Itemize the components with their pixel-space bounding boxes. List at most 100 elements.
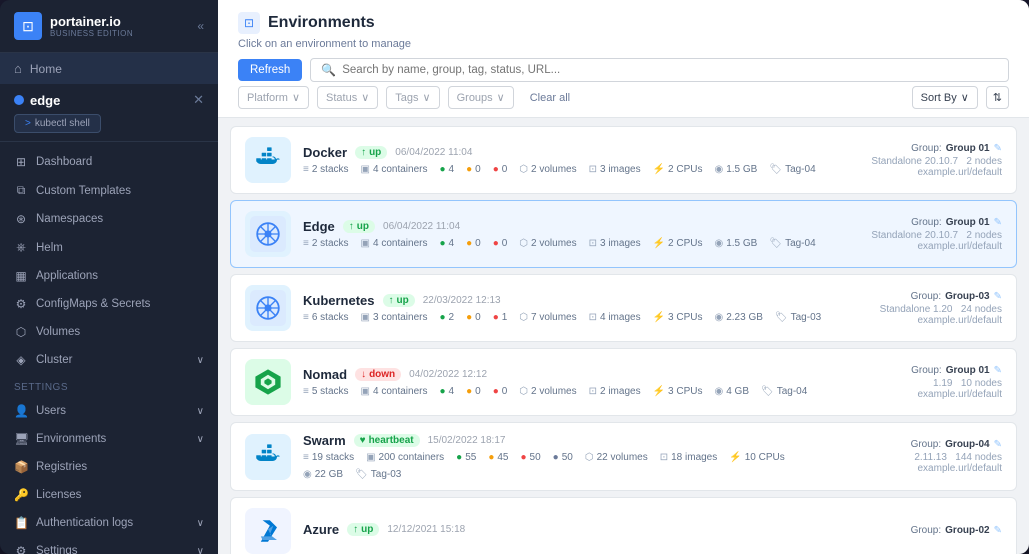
- nomad-name: Nomad: [303, 367, 347, 382]
- k8s-standalone: Standalone 1.20 24 nodes: [842, 304, 1002, 315]
- environment-card-kubernetes[interactable]: Kubernetes ↑ up 22/03/2022 12:13 ≡6 stac…: [230, 274, 1017, 342]
- sidebar: ⊡ portainer.io BUSINESS EDITION « ⌂ Home…: [0, 0, 218, 554]
- platform-filter[interactable]: Platform ∨: [238, 86, 309, 109]
- sidebar-item-label: Helm: [36, 242, 63, 254]
- sort-order-icon: ⇅: [993, 92, 1002, 104]
- nomad-volumes: ⬡2 volumes: [519, 386, 576, 397]
- nomad-name-row: Nomad ↓ down 04/02/2022 12:12: [303, 367, 830, 382]
- swarm-meta: Group: Group-04 ✎ 2.11.13 144 nodes exam…: [842, 439, 1002, 474]
- toolbar: Refresh 🔍: [238, 58, 1009, 82]
- swarm-edit-icon[interactable]: ✎: [994, 439, 1002, 450]
- sidebar-item-home[interactable]: ⌂ Home: [0, 53, 218, 84]
- sort-order-button[interactable]: ⇅: [986, 86, 1009, 109]
- clear-all-button[interactable]: Clear all: [522, 88, 578, 108]
- tags-filter[interactable]: Tags ∨: [386, 86, 439, 109]
- kubernetes-group: Group: Group-03 ✎: [842, 291, 1002, 302]
- k8s-edit-icon[interactable]: ✎: [994, 291, 1002, 302]
- edge-name-row: Edge ↑ up 06/04/2022 11:04: [303, 219, 830, 234]
- edge-status-badge: ↑ up: [343, 220, 375, 233]
- swarm-group: Group: Group-04 ✎: [842, 439, 1002, 450]
- sidebar-item-applications[interactable]: ▦ Applications: [0, 262, 218, 290]
- edge-containers: ▣4 containers: [361, 238, 428, 249]
- edge-stats: ≡2 stacks ▣4 containers ●4 ●0 ●0 ⬡2 volu…: [303, 238, 830, 249]
- sidebar-item-label: Cluster: [36, 354, 72, 366]
- status-label: Status: [326, 92, 357, 104]
- sidebar-item-label: Dashboard: [36, 156, 92, 168]
- edge-edit-icon[interactable]: ✎: [994, 217, 1002, 228]
- sidebar-item-auth-logs[interactable]: 📋 Authentication logs ∨: [0, 509, 218, 537]
- kubectl-shell-button[interactable]: kubectl shell: [14, 114, 101, 133]
- sidebar-item-cluster[interactable]: ◈ Cluster ∨: [0, 346, 218, 374]
- sidebar-collapse-icon[interactable]: «: [197, 19, 204, 33]
- edge-date: 06/04/2022 11:04: [383, 221, 460, 232]
- swarm-unhealthy: ●50: [521, 452, 541, 463]
- sidebar-item-registries[interactable]: 📦 Registries: [0, 453, 218, 481]
- docker-meta: Group: Group 01 ✎ Standalone 20.10.7 2 n…: [842, 143, 1002, 178]
- swarm-name-row: Swarm ♥ heartbeat 15/02/2022 18:17: [303, 433, 830, 448]
- sort-by-dropdown[interactable]: Sort By ∨: [912, 86, 978, 109]
- nomad-date: 04/02/2022 12:12: [409, 369, 487, 380]
- helm-icon: ⎈: [14, 240, 28, 255]
- edge-cpus: ⚡2 CPUs: [653, 238, 703, 249]
- sidebar-item-environments[interactable]: 🖥 Environments ∨: [0, 425, 218, 453]
- settings-section-label: Settings: [0, 374, 218, 397]
- status-filter[interactable]: Status ∨: [317, 86, 378, 109]
- sidebar-item-licenses[interactable]: 🔑 Licenses: [0, 481, 218, 509]
- nomad-memory: ◉4 GB: [714, 386, 749, 397]
- status-chevron-icon: ∨: [361, 91, 369, 104]
- registries-icon: 📦: [14, 460, 28, 474]
- sidebar-item-label: Users: [36, 405, 66, 417]
- edge-url: example.url/default: [842, 241, 1002, 252]
- refresh-button[interactable]: Refresh: [238, 59, 302, 81]
- search-box: 🔍: [310, 58, 1009, 82]
- search-input[interactable]: [342, 64, 998, 76]
- nomad-edit-icon[interactable]: ✎: [994, 365, 1002, 376]
- logo-area: ⊡ portainer.io BUSINESS EDITION: [14, 12, 133, 40]
- docker-name: Docker: [303, 145, 347, 160]
- platform-chevron-icon: ∨: [292, 91, 300, 104]
- licenses-icon: 🔑: [14, 488, 28, 502]
- edge-images: ⊡3 images: [589, 238, 641, 249]
- environment-card-swarm[interactable]: Swarm ♥ heartbeat 15/02/2022 18:17 ≡19 s…: [230, 422, 1017, 491]
- configmaps-icon: ⚙: [14, 297, 28, 311]
- sidebar-item-custom-templates[interactable]: ⧉ Custom Templates: [0, 176, 218, 205]
- docker-name-row: Docker ↑ up 06/04/2022 11:04: [303, 145, 830, 160]
- nomad-group: Group: Group 01 ✎: [842, 365, 1002, 376]
- swarm-avatar: [245, 434, 291, 480]
- main-content: ⊡ Environments Click on an environment t…: [218, 0, 1029, 554]
- sidebar-item-helm[interactable]: ⎈ Helm: [0, 233, 218, 262]
- environments-chevron-icon: ∨: [197, 434, 204, 445]
- k8s-stopped: ●0: [466, 312, 481, 323]
- swarm-volumes: ⬡22 volumes: [585, 452, 648, 463]
- edge-meta: Group: Group 01 ✎ Standalone 20.10.7 2 n…: [842, 217, 1002, 252]
- sidebar-item-label: Registries: [36, 461, 87, 473]
- environment-card-docker[interactable]: Docker ↑ up 06/04/2022 11:04 ≡2 stacks ▣…: [230, 126, 1017, 194]
- docker-edit-icon[interactable]: ✎: [994, 143, 1002, 154]
- k8s-images: ⊡4 images: [589, 312, 641, 323]
- k8s-running: ●2: [439, 312, 454, 323]
- kubernetes-date: 22/03/2022 12:13: [423, 295, 501, 306]
- groups-filter[interactable]: Groups ∨: [448, 86, 514, 109]
- sidebar-item-settings[interactable]: ⚙ Settings ∨: [0, 537, 218, 554]
- sidebar-nav: ⊞ Dashboard ⧉ Custom Templates ⊛ Namespa…: [0, 142, 218, 554]
- page-subtitle: Click on an environment to manage: [238, 38, 1009, 50]
- env-close-icon[interactable]: ✕: [193, 92, 204, 108]
- kubernetes-meta: Group: Group-03 ✎ Standalone 1.20 24 nod…: [842, 291, 1002, 326]
- sidebar-item-namespaces[interactable]: ⊛ Namespaces: [0, 205, 218, 233]
- environment-card-azure[interactable]: Azure ↑ up 12/12/2021 15:18 Group: Group…: [230, 497, 1017, 554]
- sidebar-item-configmaps[interactable]: ⚙ ConfigMaps & Secrets: [0, 290, 218, 318]
- docker-stats: ≡2 stacks ▣4 containers ●4 ●0 ●0 ⬡2 volu…: [303, 164, 830, 175]
- sidebar-item-dashboard[interactable]: ⊞ Dashboard: [0, 148, 218, 176]
- environment-list: Docker ↑ up 06/04/2022 11:04 ≡2 stacks ▣…: [218, 118, 1029, 554]
- kubernetes-status-badge: ↑ up: [383, 294, 415, 307]
- sidebar-item-users[interactable]: 👤 Users ∨: [0, 397, 218, 425]
- environment-card-edge[interactable]: Edge ↑ up 06/04/2022 11:04 ≡2 stacks ▣4 …: [230, 200, 1017, 268]
- azure-edit-icon[interactable]: ✎: [994, 525, 1002, 536]
- environment-card-nomad[interactable]: Nomad ↓ down 04/02/2022 12:12 ≡5 stacks …: [230, 348, 1017, 416]
- namespaces-icon: ⊛: [14, 212, 28, 226]
- swarm-status-badge: ♥ heartbeat: [354, 434, 420, 447]
- nomad-containers: ▣4 containers: [361, 386, 428, 397]
- nomad-unhealthy: ●0: [493, 386, 508, 397]
- sort-by-chevron-icon: ∨: [961, 91, 969, 104]
- sidebar-item-volumes[interactable]: ⬡ Volumes: [0, 318, 218, 346]
